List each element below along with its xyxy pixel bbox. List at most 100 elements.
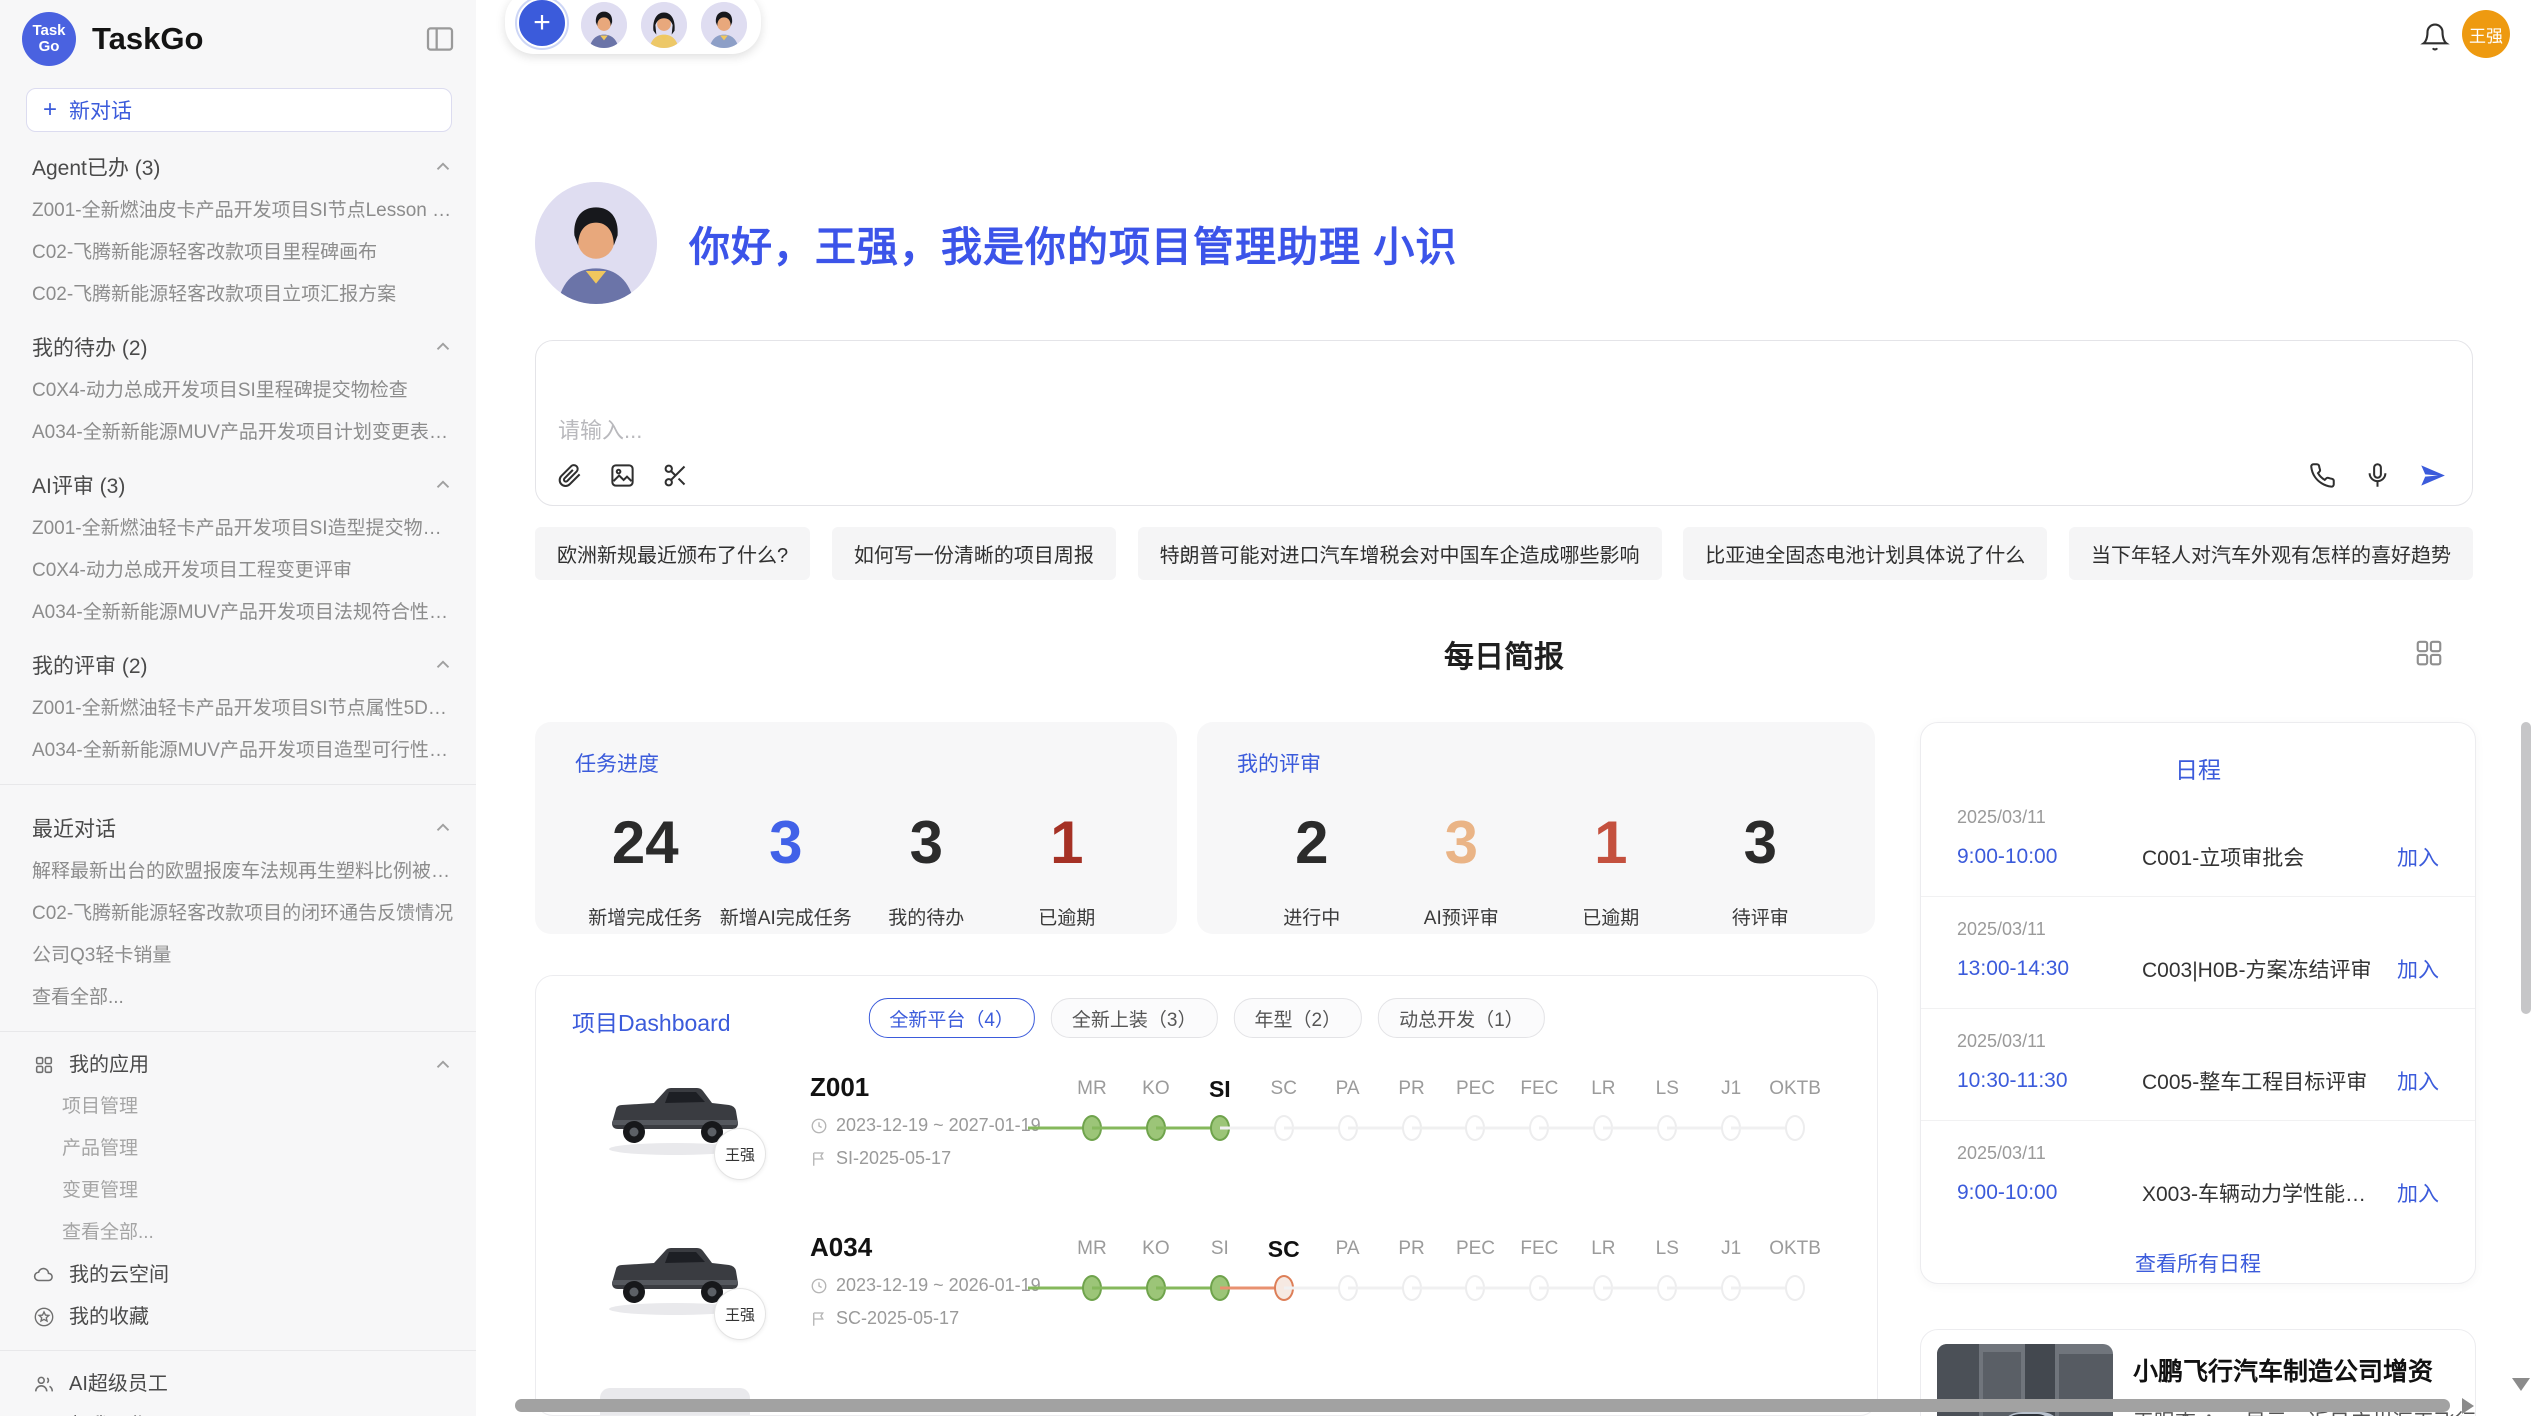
sidebar-item[interactable]: C02-飞腾新能源轻客改款项目里程碑画布 (0, 232, 476, 274)
suggestion-chip[interactable]: 欧洲新规最近颁布了什么? (535, 527, 810, 580)
chat-input[interactable]: 请输入... (535, 340, 2473, 506)
project-row[interactable]: 王强A0342023-12-19 ~ 2026-01-19SC-2025-05-… (536, 1212, 1877, 1372)
sidebar-item[interactable]: A034-全新新能源MUV产品开发项目造型可行性评审 (0, 730, 476, 772)
milestone: LR (1571, 1230, 1635, 1308)
notification-bell-icon[interactable] (2420, 22, 2450, 52)
sidebar-item[interactable]: Z001-全新燃油轻卡产品开发项目SI节点属性5D文件评审 (0, 688, 476, 730)
stat-label: 我的待办 (856, 903, 997, 930)
sidebar-item[interactable]: Z001-全新燃油皮卡产品开发项目SI节点Lesson Learn报告 (0, 190, 476, 232)
sidebar-item[interactable]: Z001-全新燃油轻卡产品开发项目SI造型提交物评审 (0, 508, 476, 550)
sidebar-item-cloud-space[interactable]: 我的云空间 (0, 1254, 476, 1296)
phone-icon[interactable] (2309, 462, 2336, 489)
microphone-icon[interactable] (2364, 462, 2391, 489)
image-icon[interactable] (609, 462, 636, 489)
vertical-scrollbar[interactable] (2521, 722, 2531, 1014)
project-name: A034 (810, 1232, 1060, 1263)
suggestion-chip[interactable]: 特朗普可能对进口汽车增税会对中国车企造成哪些影响 (1138, 527, 1662, 580)
dashboard-filter-chip[interactable]: 动总开发（1） (1378, 998, 1545, 1038)
milestone: SC (1252, 1230, 1316, 1308)
sidebar-section-header[interactable]: Agent已办 (3) (0, 136, 476, 190)
app-sub-item[interactable]: 项目管理 (0, 1086, 476, 1128)
attachment-icon[interactable] (556, 462, 583, 489)
schedule-date: 2025/03/11 (1957, 807, 2439, 828)
stat-value: 2 (1237, 808, 1387, 877)
join-meeting-link[interactable]: 加入 (2397, 1066, 2439, 1096)
recent-chat-item[interactable]: C02-飞腾新能源轻客改款项目的闭环通告反馈情况 (0, 893, 476, 935)
agent-avatar-2[interactable] (641, 2, 687, 48)
stat-grid: 2进行中3AI预评审1已逾期3待评审 (1237, 808, 1835, 930)
view-all-schedule-link[interactable]: 查看所有日程 (1921, 1248, 2475, 1278)
suggestion-chip[interactable]: 比亚迪全固态电池计划具体说了什么 (1683, 527, 2047, 580)
agent-avatar-3[interactable] (701, 2, 747, 48)
schedule-entry: 2025/03/1113:00-14:30C003|H0B-方案冻结评审加入 (1921, 897, 2475, 1009)
project-name: Z001 (810, 1072, 1060, 1103)
sidebar-item[interactable]: A034-全新新能源MUV产品开发项目法规符合性评审 (0, 592, 476, 634)
schedule-date: 2025/03/11 (1957, 1031, 2439, 1052)
milestone: J1 (1699, 1070, 1763, 1148)
apps-view-all-link[interactable]: 查看全部... (0, 1212, 476, 1254)
dashboard-filter-chip[interactable]: 全新上装（3） (1051, 998, 1218, 1038)
suggestion-chip[interactable]: 当下年轻人对汽车外观有怎样的喜好趋势 (2069, 527, 2473, 580)
apps-grid-icon (33, 1054, 55, 1076)
sidebar-item-favorites[interactable]: 我的收藏 (0, 1296, 476, 1338)
sidebar-item[interactable]: C02-飞腾新能源轻客改款项目立项汇报方案 (0, 274, 476, 316)
milestone: FEC (1507, 1070, 1571, 1148)
chevron-up-icon (432, 654, 454, 676)
milestone-dot-wrap (1763, 1268, 1827, 1308)
schedule-time: 10:30-11:30 (1957, 1069, 2142, 1093)
send-icon[interactable] (2419, 462, 2446, 489)
scroll-right-arrow-icon[interactable] (2462, 1398, 2474, 1414)
user-avatar[interactable]: 王强 (2462, 10, 2510, 58)
sidebar-item-my-apps[interactable]: 我的应用 (0, 1044, 476, 1086)
suggestion-chip[interactable]: 如何写一份清晰的项目周报 (832, 527, 1116, 580)
sidebar-recent-header[interactable]: 最近对话 (0, 797, 476, 851)
greeting-text: 你好，王强，我是你的项目管理助理 小识 (689, 213, 1457, 273)
recent-chat-item[interactable]: 解释最新出台的欧盟报废车法规再生塑料比例被调至15%... (0, 851, 476, 893)
recent-view-all-link[interactable]: 查看全部... (0, 977, 476, 1019)
app-logo: Task Go (22, 12, 76, 66)
sidebar-section-header[interactable]: AI评审 (3) (0, 454, 476, 508)
layout-grid-icon[interactable] (2414, 638, 2444, 668)
daily-brief-title: 每日简报 (535, 632, 2473, 676)
stat-card-title: 任务进度 (575, 748, 1137, 778)
recent-chat-item[interactable]: 公司Q3轻卡销量 (0, 935, 476, 977)
star-icon (33, 1306, 55, 1328)
dashboard-filter-chip[interactable]: 全新平台（4） (868, 998, 1035, 1038)
sidebar-item[interactable]: C0X4-动力总成开发项目工程变更评审 (0, 550, 476, 592)
milestone-label: FEC (1520, 1230, 1558, 1268)
new-chat-button[interactable]: + 新对话 (26, 88, 452, 132)
milestone-label: PEC (1456, 1230, 1495, 1268)
dashboard-filter-chip[interactable]: 年型（2） (1234, 998, 1363, 1038)
schedule-entry: 2025/03/119:00-10:00X003-车辆动力学性能验...加入 (1921, 1121, 2475, 1232)
sidebar-item[interactable]: C0X4-动力总成开发项目SI里程碑提交物检查 (0, 370, 476, 412)
suggestion-chips: 欧洲新规最近颁布了什么? 如何写一份清晰的项目周报特朗普可能对进口汽车增税会对中国… (535, 527, 2473, 580)
sidebar-section-header[interactable]: 我的待办 (2) (0, 316, 476, 370)
agent-avatar-1[interactable] (581, 2, 627, 48)
join-meeting-link[interactable]: 加入 (2397, 842, 2439, 872)
app-sub-item[interactable]: 变更管理 (0, 1170, 476, 1212)
project-image-wrap: 王强 (600, 1070, 810, 1158)
horizontal-scrollbar[interactable] (515, 1399, 2450, 1412)
milestone: LS (1635, 1230, 1699, 1308)
sidebar-section-header[interactable]: 我的评审 (2) (0, 634, 476, 688)
project-flag-text: SI-2025-05-17 (836, 1148, 951, 1169)
milestone-dot (1785, 1275, 1805, 1301)
sidebar-item[interactable]: A034-全新新能源MUV产品开发项目计划变更表编写 (0, 412, 476, 454)
app-sub-item[interactable]: 产品管理 (0, 1128, 476, 1170)
sidebar-item-ai-staff[interactable]: AI超级员工 (0, 1363, 476, 1405)
milestone-stepper: MRKOSISCPAPRPECFECLRLSJ1OKTB (1060, 1070, 1827, 1148)
milestone-label: PEC (1456, 1070, 1495, 1108)
scroll-down-arrow-icon[interactable] (2512, 1378, 2530, 1391)
scissors-icon[interactable] (662, 462, 689, 489)
milestone-label: SI (1211, 1230, 1229, 1268)
project-row[interactable]: 王强Z0012023-12-19 ~ 2027-01-19SI-2025-05-… (536, 1052, 1877, 1212)
join-meeting-link[interactable]: 加入 (2397, 1178, 2439, 1208)
new-chat-label: 新对话 (69, 95, 132, 125)
sidebar-item-write-helper[interactable]: 帮我写作 (0, 1405, 476, 1416)
collapse-sidebar-icon[interactable] (424, 23, 456, 55)
stat-label: 进行中 (1237, 903, 1387, 930)
add-agent-button[interactable]: + (517, 0, 567, 48)
join-meeting-link[interactable]: 加入 (2397, 954, 2439, 984)
milestone-label: PR (1398, 1070, 1424, 1108)
milestone-label: PA (1336, 1070, 1360, 1108)
